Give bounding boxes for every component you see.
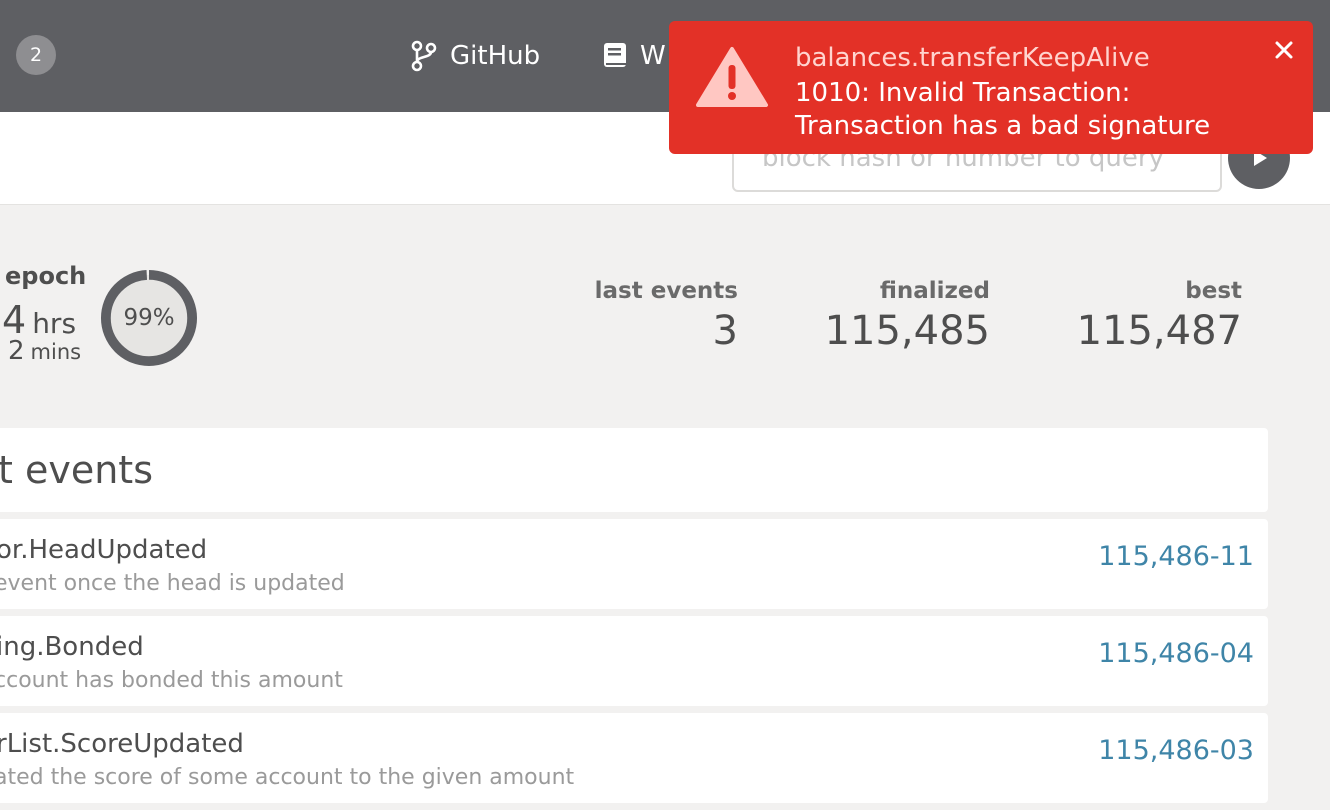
event-block-link[interactable]: 115,486-11	[1098, 541, 1254, 572]
toast-message-line-2: Transaction has a bad signature	[795, 111, 1211, 141]
close-icon	[1275, 41, 1293, 59]
event-row[interactable]: ing.Bonded ccount has bonded this amount…	[0, 616, 1268, 706]
events-panel-header: t events	[0, 428, 1268, 512]
toast-title: balances.transferKeepAlive	[795, 43, 1150, 73]
finalized-value: 115,485	[824, 308, 990, 354]
last-events-value: 3	[712, 308, 738, 354]
best-label: best	[1185, 278, 1242, 304]
github-link[interactable]: GitHub	[410, 34, 540, 78]
wiki-label: W	[640, 41, 666, 71]
notification-count-badge[interactable]: 2	[16, 35, 56, 75]
epoch-progress-label: 99%	[123, 305, 175, 331]
event-description: event once the head is updated	[0, 571, 345, 596]
event-block-link[interactable]: 115,486-04	[1098, 638, 1254, 669]
wiki-link[interactable]: W	[602, 34, 666, 78]
best-stat: best 115,487	[1050, 276, 1242, 356]
epoch-minutes-unit: mins	[30, 340, 82, 364]
event-description: ccount has bonded this amount	[0, 668, 343, 693]
git-branch-icon	[411, 40, 437, 72]
event-description: ated the score of some account to the gi…	[0, 765, 575, 790]
book-icon	[604, 43, 626, 67]
finalized-stat: finalized 115,485	[800, 276, 990, 356]
github-label: GitHub	[450, 41, 541, 71]
warning-icon	[696, 47, 768, 107]
epoch-minutes-value: 2	[8, 336, 25, 366]
event-row[interactable]: rList.ScoreUpdated ated the score of som…	[0, 713, 1268, 803]
event-block-link[interactable]: 115,486-03	[1098, 735, 1254, 766]
event-name: rList.ScoreUpdated	[0, 729, 244, 759]
event-name: ing.Bonded	[0, 632, 144, 662]
error-toast: balances.transferKeepAlive 1010: Invalid…	[669, 21, 1313, 154]
toast-message-line-1: 1010: Invalid Transaction:	[795, 78, 1131, 108]
events-panel-title: t events	[0, 448, 154, 492]
epoch-minutes: 2 mins	[8, 336, 81, 366]
finalized-label: finalized	[879, 278, 990, 304]
event-name: or.HeadUpdated	[0, 535, 208, 565]
toast-close-button[interactable]	[1269, 35, 1299, 65]
last-events-label: last events	[594, 278, 738, 304]
toast-message: 1010: Invalid Transaction: Transaction h…	[795, 77, 1210, 143]
last-events-stat: last events 3	[560, 276, 738, 356]
event-row[interactable]: or.HeadUpdated event once the head is up…	[0, 519, 1268, 609]
epoch-label: epoch	[5, 262, 87, 290]
best-value: 115,487	[1076, 308, 1242, 354]
